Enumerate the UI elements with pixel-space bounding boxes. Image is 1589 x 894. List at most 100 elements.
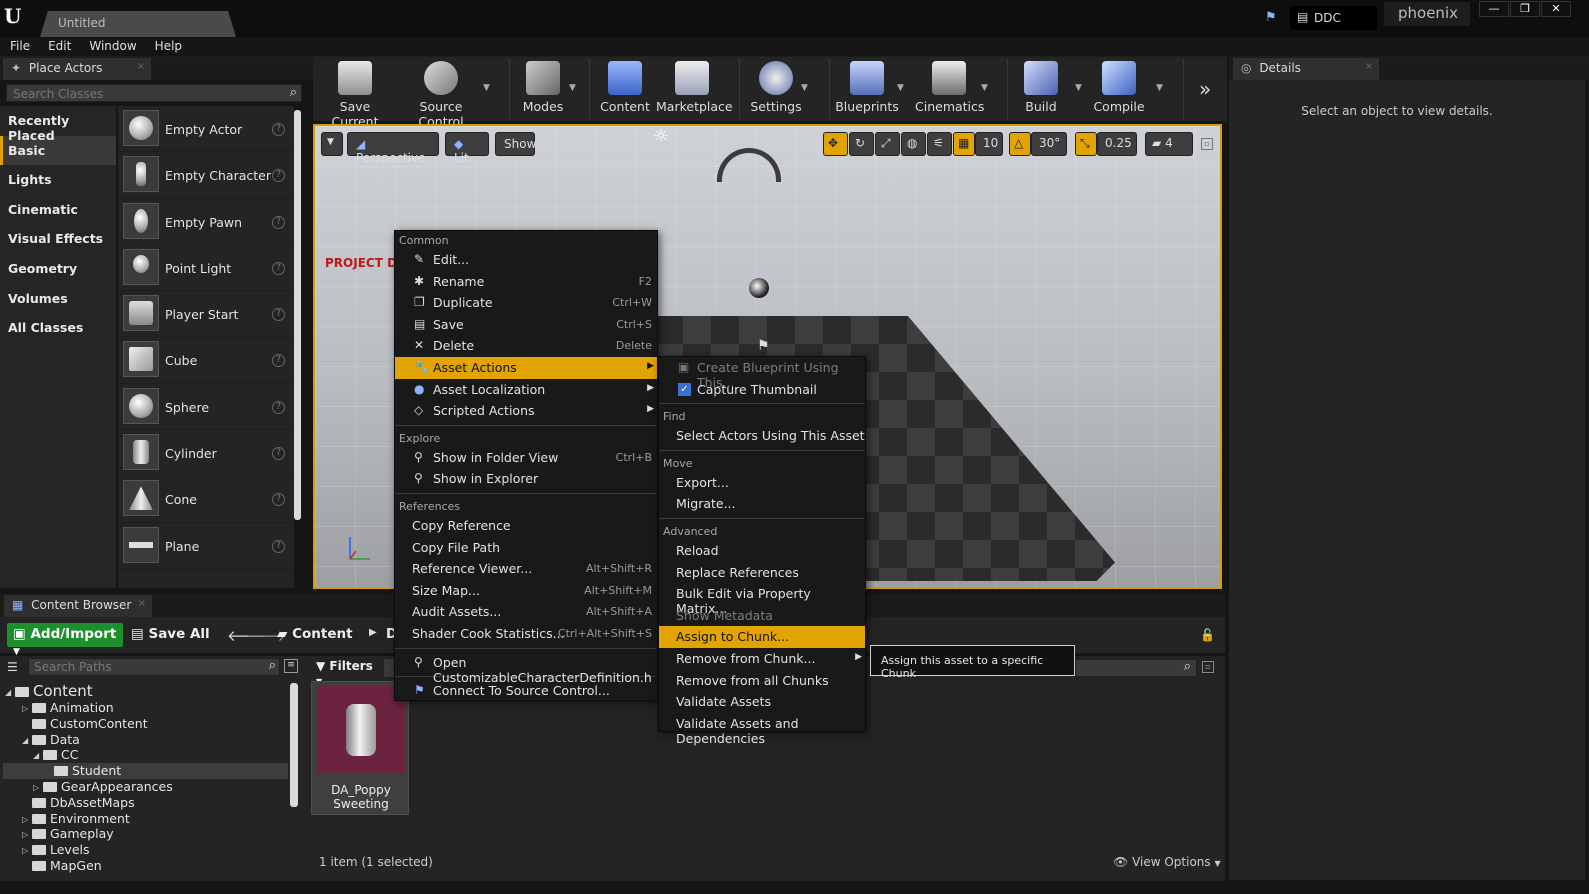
- help-icon[interactable]: ?: [272, 539, 285, 553]
- chevron-down-icon[interactable]: ▼: [897, 83, 904, 93]
- add-import-button[interactable]: ▣ Add/Import ▼: [7, 623, 123, 657]
- category-cinematic[interactable]: Cinematic: [0, 195, 116, 225]
- tree-item-mapgen[interactable]: MapGen: [3, 858, 288, 874]
- search-classes-input[interactable]: Search Classes ⌕: [6, 84, 302, 102]
- expand-open-icon[interactable]: ◢: [22, 736, 32, 745]
- chevron-down-icon[interactable]: ▼: [801, 83, 808, 93]
- actor-empty-actor[interactable]: Empty Actor?: [118, 106, 294, 153]
- details-tab[interactable]: ◎ Details ×: [1233, 58, 1379, 80]
- tree-item-environment[interactable]: ▷ Environment: [3, 811, 288, 827]
- rotation-snap-icon[interactable]: △: [1009, 132, 1031, 156]
- menu-item-open-source-file[interactable]: ⚲ Open CustomizableCharacterDefinition.h: [395, 652, 657, 685]
- viewport-options-button[interactable]: ▼: [321, 132, 343, 156]
- grid-snap-value[interactable]: 10: [975, 132, 1003, 156]
- tree-item-dbassetmaps[interactable]: DbAssetMaps: [3, 795, 288, 811]
- menu-item-size-map[interactable]: Size Map... Alt+Shift+M: [395, 580, 657, 602]
- tree-item-animation[interactable]: ▷ Animation: [3, 700, 288, 716]
- close-button[interactable]: ✕: [1541, 1, 1571, 17]
- category-volumes[interactable]: Volumes: [0, 284, 116, 314]
- search-paths-input[interactable]: Search Paths ⌕: [28, 658, 280, 676]
- tree-item-levels[interactable]: ▷ Levels: [3, 842, 288, 858]
- help-icon[interactable]: ?: [272, 354, 285, 368]
- chevron-down-icon[interactable]: ▼: [483, 83, 490, 93]
- menu-item-reload[interactable]: Reload: [659, 540, 865, 562]
- category-lights[interactable]: Lights: [0, 165, 116, 195]
- menu-item-reference-viewer[interactable]: Reference Viewer... Alt+Shift+R: [395, 558, 657, 580]
- camera-speed-button[interactable]: ▰ 4: [1145, 132, 1193, 156]
- grid-snap-icon[interactable]: ▦: [953, 132, 975, 156]
- menu-item-show-in-folder-view[interactable]: ⚲ Show in Folder View Ctrl+B: [395, 447, 657, 469]
- menu-edit[interactable]: Edit: [38, 37, 79, 53]
- category-visual-effects[interactable]: Visual Effects: [0, 224, 116, 254]
- help-icon[interactable]: ?: [272, 400, 285, 414]
- actor-point-light[interactable]: Point Light?: [118, 245, 294, 292]
- world-space-icon[interactable]: ◍: [901, 132, 926, 156]
- menu-item-create-blueprint[interactable]: ▣ Create Blueprint Using This...: [659, 357, 865, 390]
- menu-item-select-actors[interactable]: Select Actors Using This Asset: [659, 425, 865, 447]
- chevron-down-icon[interactable]: ▼: [569, 83, 576, 93]
- category-geometry[interactable]: Geometry: [0, 254, 116, 284]
- menu-item-save[interactable]: ▤ Save Ctrl+S: [395, 314, 657, 336]
- settings-button[interactable]: Settings: [745, 61, 807, 119]
- ddc-indicator[interactable]: ▤ DDC: [1290, 6, 1377, 30]
- modes-button[interactable]: Modes: [513, 61, 573, 119]
- actor-empty-character[interactable]: Empty Character?: [118, 152, 294, 199]
- tree-item-student[interactable]: Student: [3, 763, 288, 779]
- rotation-snap-value[interactable]: 30°: [1031, 132, 1067, 156]
- minimize-button[interactable]: —: [1479, 1, 1509, 17]
- source-control-button[interactable]: Source Control: [399, 61, 483, 129]
- menu-item-validate-assets[interactable]: Validate Assets: [659, 691, 865, 713]
- source-control-status-icon[interactable]: ⚑: [1265, 10, 1281, 26]
- menu-item-asset-actions[interactable]: 🔧 Asset Actions ▶: [395, 356, 657, 379]
- toolbar-overflow-icon[interactable]: »: [1199, 77, 1211, 101]
- chevron-down-icon[interactable]: ▼: [1156, 83, 1163, 93]
- tree-item-gameplay[interactable]: ▷ Gameplay: [3, 826, 288, 842]
- asset-search-input[interactable]: ⌕: [1075, 659, 1197, 677]
- menu-item-show-metadata[interactable]: Show Metadata: [659, 605, 865, 627]
- menu-item-bulk-edit[interactable]: Bulk Edit via Property Matrix...: [659, 583, 865, 616]
- rotate-mode-icon[interactable]: ↻: [849, 132, 874, 156]
- help-icon[interactable]: ?: [272, 261, 285, 275]
- menu-item-copy-reference[interactable]: Copy Reference: [395, 515, 657, 537]
- compile-button[interactable]: Compile: [1091, 61, 1147, 119]
- tab-close-icon[interactable]: ×: [1365, 61, 1373, 72]
- actor-cone[interactable]: Cone?: [118, 476, 294, 523]
- document-tab[interactable]: Untitled: [40, 11, 236, 37]
- menu-item-asset-localization[interactable]: ● Asset Localization ▶: [395, 379, 657, 401]
- place-actors-tab[interactable]: ✦ Place Actors ×: [3, 58, 151, 80]
- menu-item-edit[interactable]: ✎ Edit...: [395, 249, 657, 271]
- category-recently-placed[interactable]: Recently Placed: [0, 106, 116, 143]
- scale-mode-icon[interactable]: ⤢: [875, 132, 900, 156]
- expand-open-icon[interactable]: ◢: [5, 688, 15, 697]
- chevron-down-icon[interactable]: ▼: [981, 83, 988, 93]
- menu-item-rename[interactable]: ✱ Rename F2: [395, 271, 657, 293]
- help-icon[interactable]: ?: [272, 447, 285, 461]
- actor-cylinder[interactable]: Cylinder?: [118, 430, 294, 477]
- sources-toggle-icon[interactable]: ☰: [7, 660, 18, 674]
- menu-file[interactable]: File: [0, 37, 38, 53]
- actor-sphere[interactable]: Sphere?: [118, 384, 294, 431]
- blueprints-button[interactable]: Blueprints: [835, 61, 899, 119]
- tab-close-icon[interactable]: ×: [137, 61, 145, 72]
- menu-item-remove-from-chunk[interactable]: Remove from Chunk... ▶: [659, 648, 865, 670]
- menu-item-delete[interactable]: ✕ Delete Delete: [395, 335, 657, 357]
- help-icon[interactable]: ?: [272, 215, 285, 229]
- category-all-classes[interactable]: All Classes: [0, 313, 116, 343]
- expand-closed-icon[interactable]: ▷: [33, 783, 43, 792]
- expand-closed-icon[interactable]: ▷: [22, 704, 32, 713]
- menu-item-shader-cook-statistics[interactable]: Shader Cook Statistics... Ctrl+Alt+Shift+…: [395, 623, 657, 645]
- view-options-button[interactable]: 👁 View Options ▼: [1113, 855, 1221, 869]
- path-separator-icon[interactable]: ▶: [369, 627, 377, 638]
- actor-list-scrollbar[interactable]: [294, 110, 301, 520]
- surface-snap-icon[interactable]: ⚟: [927, 132, 952, 156]
- help-icon[interactable]: ?: [272, 169, 285, 183]
- tree-item-data[interactable]: ◢ Data: [3, 732, 288, 748]
- menu-item-remove-from-all-chunks[interactable]: Remove from all Chunks: [659, 670, 865, 692]
- help-icon[interactable]: ?: [272, 123, 285, 136]
- scale-snap-value[interactable]: 0.25: [1097, 132, 1137, 156]
- help-icon[interactable]: ?: [272, 308, 285, 322]
- menu-item-capture-thumbnail[interactable]: ✓ Capture Thumbnail: [659, 379, 865, 401]
- path-root-button[interactable]: ▰ Content: [277, 626, 353, 642]
- menu-item-scripted-actions[interactable]: ◇ Scripted Actions ▶: [395, 400, 657, 422]
- menu-item-connect-source-control[interactable]: ⚑ Connect To Source Control...: [395, 680, 657, 702]
